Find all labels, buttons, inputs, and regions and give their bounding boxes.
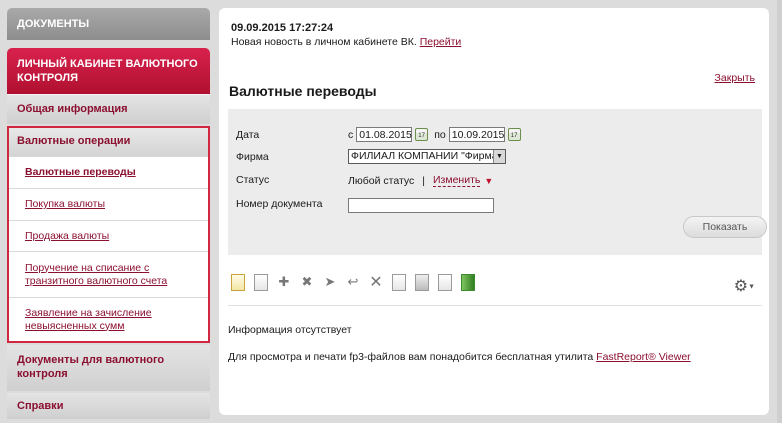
news-date: 09.09.2015 17:27:24 [231, 22, 334, 34]
status-value: Любой статус [348, 174, 415, 187]
docnum-label: Номер документа [236, 198, 323, 210]
document-number-input[interactable] [348, 198, 494, 213]
news-open-link[interactable]: Перейти [420, 36, 462, 48]
date-label: Дата [236, 129, 260, 141]
status-control: Любой статус | Изменить ▼ [348, 174, 493, 187]
sidebar-currency-operations-group: Валютные операции Валютные переводы Поку… [7, 126, 210, 343]
main-panel: 09.09.2015 17:27:24 Новая новость в личн… [219, 8, 769, 415]
sidebar-item-label[interactable]: Валютные переводы [25, 166, 136, 179]
close-link[interactable]: Закрыть [715, 72, 755, 84]
sidebar-currency-control-cabinet[interactable]: ЛИЧНЫЙ КАБИНЕТ ВАЛЮТНОГО КОНТРОЛЯ [7, 48, 210, 94]
toolbar: ✚ ✖ ➤ ↩ ✕ [229, 272, 477, 292]
viewer-note: Для просмотра и печати fp3-файлов вам по… [228, 351, 691, 363]
sidebar-item-sell-currency[interactable]: Продажа валюты [9, 220, 208, 251]
status-separator: | [422, 174, 425, 187]
fastreport-viewer-link[interactable]: FastReport® Viewer [596, 351, 691, 363]
triangle-down-icon[interactable]: ▼ [484, 176, 493, 186]
viewer-note-text: Для просмотра и печати fp3-файлов вам по… [228, 351, 594, 363]
unsign-icon[interactable]: ✖ [298, 272, 316, 292]
sidebar-currency-operations[interactable]: Валютные операции [9, 128, 208, 156]
sidebar-item-label[interactable]: Заявление на зачисление невыясненных сум… [25, 307, 192, 333]
news-text: Новая новость в личном кабинете ВК. [231, 36, 417, 48]
page-title: Валютные переводы [229, 83, 377, 99]
sidebar-item-unidentified-sums[interactable]: Заявление на зачисление невыясненных сум… [9, 297, 208, 341]
sign-icon[interactable]: ✚ [275, 272, 293, 292]
copy-icon[interactable] [390, 272, 408, 292]
sidebar-item-buy-currency[interactable]: Покупка валюты [9, 188, 208, 220]
sidebar-item-label[interactable]: Поручение на списание с транзитного валю… [25, 262, 192, 288]
settings-menu[interactable]: ⚙▼ [734, 276, 755, 296]
sidebar-item-transit-writeoff[interactable]: Поручение на списание с транзитного валю… [9, 251, 208, 297]
calendar-icon[interactable] [507, 128, 521, 141]
empty-info-text: Информация отсутствует [228, 324, 352, 336]
export-icon[interactable] [436, 272, 454, 292]
status-label: Статус [236, 174, 270, 186]
sidebar-item-label[interactable]: Покупка валюты [25, 198, 105, 211]
chevron-down-icon[interactable]: ▼ [493, 150, 505, 163]
send-icon[interactable]: ➤ [321, 272, 339, 292]
news-line: Новая новость в личном кабинете ВК. Пере… [231, 36, 461, 48]
scrollbar[interactable] [777, 0, 782, 423]
sidebar-references[interactable]: Справки [7, 393, 210, 419]
firm-label: Фирма [236, 151, 269, 163]
date-range: с 01.08.2015 по 10.09.2015 [348, 127, 527, 142]
filter-panel: Дата с 01.08.2015 по 10.09.2015 Фирма ФИ… [228, 109, 767, 255]
calendar-icon[interactable] [415, 128, 429, 141]
firm-control: ФИЛИАЛ КОМПАНИИ "Фирма ▼ [348, 149, 506, 164]
date-to-label: по [434, 128, 446, 141]
date-from-input[interactable]: 01.08.2015 [356, 127, 413, 142]
firm-select-value: ФИЛИАЛ КОМПАНИИ "Фирма [351, 150, 498, 162]
edit-doc-icon[interactable] [252, 272, 270, 292]
archive-icon[interactable] [459, 272, 477, 292]
receive-icon[interactable]: ↩ [344, 272, 362, 292]
firm-select[interactable]: ФИЛИАЛ КОМПАНИИ "Фирма ▼ [348, 149, 506, 164]
gear-icon[interactable]: ⚙ [734, 278, 748, 295]
sidebar-item-label[interactable]: Продажа валюты [25, 230, 109, 243]
show-button[interactable]: Показать [683, 216, 767, 238]
date-from-label: с [348, 128, 354, 141]
divider [228, 305, 762, 306]
caret-down-icon[interactable]: ▼ [748, 283, 755, 290]
sidebar-item-currency-transfers[interactable]: Валютные переводы [9, 156, 208, 188]
docnum-control [348, 198, 494, 213]
date-to-input[interactable]: 10.09.2015 [448, 127, 505, 142]
delete-icon[interactable]: ✕ [367, 272, 385, 292]
status-change-link[interactable]: Изменить [433, 174, 481, 187]
new-doc-icon[interactable] [229, 272, 247, 292]
print-icon[interactable] [413, 272, 431, 292]
sidebar-documents[interactable]: ДОКУМЕНТЫ [7, 8, 210, 40]
sidebar-control-documents[interactable]: Документы для валютного контроля [7, 345, 210, 391]
sidebar-general-info[interactable]: Общая информация [7, 94, 210, 124]
sidebar: ДОКУМЕНТЫ ЛИЧНЫЙ КАБИНЕТ ВАЛЮТНОГО КОНТР… [7, 8, 210, 419]
